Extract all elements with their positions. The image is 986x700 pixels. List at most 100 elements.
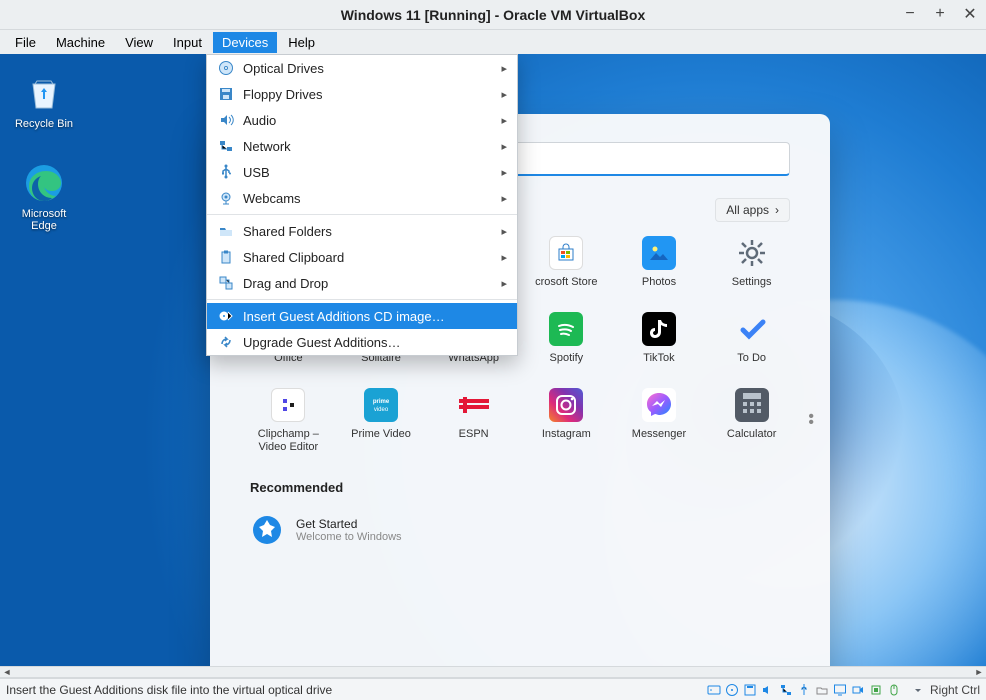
app-label: Calculator bbox=[707, 428, 796, 454]
recycle-bin-icon bbox=[23, 72, 65, 114]
window-controls: − + ✕ bbox=[900, 4, 980, 24]
scroll-right-icon[interactable]: ► bbox=[972, 667, 986, 677]
scroll-left-icon[interactable]: ◄ bbox=[0, 667, 14, 677]
store-icon bbox=[549, 236, 583, 270]
menu-help[interactable]: Help bbox=[279, 32, 324, 53]
guest-display: Recycle Bin Microsoft Edge All apps› cro… bbox=[0, 54, 986, 700]
status-optical-icon[interactable] bbox=[725, 682, 740, 697]
submenu-arrow-icon: ▸ bbox=[501, 166, 507, 179]
insert-cd-icon bbox=[217, 307, 235, 325]
app-tile-messenger[interactable]: Messenger bbox=[615, 388, 704, 454]
status-harddisk-icon[interactable] bbox=[707, 682, 722, 697]
audio-icon bbox=[217, 111, 235, 129]
usb-icon bbox=[217, 163, 235, 181]
espn-icon bbox=[457, 388, 491, 422]
host-titlebar: Windows 11 [Running] - Oracle VM Virtual… bbox=[0, 0, 986, 30]
recommended-subtitle: Welcome to Windows bbox=[296, 531, 402, 543]
app-label: Clipchamp – Video Editor bbox=[244, 428, 333, 454]
app-label: Spotify bbox=[522, 352, 611, 378]
menuitem-label: Upgrade Guest Additions… bbox=[243, 335, 401, 350]
recommended-get-started[interactable]: Get Started Welcome to Windows bbox=[244, 509, 796, 551]
app-tile-spotify[interactable]: Spotify bbox=[522, 312, 611, 378]
app-tile-todo[interactable]: To Do bbox=[707, 312, 796, 378]
app-tile-microsoft-store[interactable]: crosoft Store bbox=[522, 236, 611, 302]
minimize-button[interactable]: − bbox=[900, 4, 920, 24]
menu-view[interactable]: View bbox=[116, 32, 162, 53]
app-label: To Do bbox=[707, 352, 796, 378]
clipchamp-icon bbox=[271, 388, 305, 422]
spotify-icon bbox=[549, 312, 583, 346]
status-network-icon[interactable] bbox=[779, 682, 794, 697]
maximize-button[interactable]: + bbox=[930, 4, 950, 24]
menuitem-label: Insert Guest Additions CD image… bbox=[243, 309, 445, 324]
submenu-arrow-icon: ▸ bbox=[501, 114, 507, 127]
edge-icon bbox=[23, 162, 65, 204]
settings-icon bbox=[735, 236, 769, 270]
submenu-arrow-icon: ▸ bbox=[501, 140, 507, 153]
menu-input[interactable]: Input bbox=[164, 32, 211, 53]
app-tile-prime-video[interactable]: primevideo Prime Video bbox=[337, 388, 426, 454]
app-tile-instagram[interactable]: Instagram bbox=[522, 388, 611, 454]
menu-file[interactable]: File bbox=[6, 32, 45, 53]
more-pages-indicator[interactable]: •• bbox=[808, 414, 814, 426]
virtualbox-statusbar: Insert the Guest Additions disk file int… bbox=[0, 678, 986, 700]
submenu-arrow-icon: ▸ bbox=[501, 62, 507, 75]
menu-devices[interactable]: Devices bbox=[213, 32, 277, 53]
horizontal-scrollbar[interactable]: ◄ ► bbox=[0, 666, 986, 678]
floppy-icon bbox=[217, 85, 235, 103]
messenger-icon bbox=[642, 388, 676, 422]
shared-folders-icon bbox=[217, 222, 235, 240]
all-apps-button[interactable]: All apps› bbox=[715, 198, 790, 222]
status-recording-icon[interactable] bbox=[851, 682, 866, 697]
menuitem-insert-guest-additions[interactable]: Insert Guest Additions CD image… bbox=[207, 303, 517, 329]
app-label: Prime Video bbox=[337, 428, 426, 454]
menuitem-shared-clipboard[interactable]: Shared Clipboard▸ bbox=[207, 244, 517, 270]
clipboard-icon bbox=[217, 248, 235, 266]
app-label: Messenger bbox=[615, 428, 704, 454]
status-audio-icon[interactable] bbox=[761, 682, 776, 697]
menu-machine[interactable]: Machine bbox=[47, 32, 114, 53]
menuitem-webcams[interactable]: Webcams▸ bbox=[207, 185, 517, 211]
recommended-heading: Recommended bbox=[250, 480, 796, 495]
menuitem-usb[interactable]: USB ▸ bbox=[207, 159, 517, 185]
menuitem-label: Drag and Drop bbox=[243, 276, 328, 291]
menuitem-optical-drives[interactable]: Optical Drives▸ bbox=[207, 55, 517, 81]
submenu-arrow-icon: ▸ bbox=[501, 251, 507, 264]
prime-icon: primevideo bbox=[364, 388, 398, 422]
menuitem-label: USB bbox=[243, 165, 270, 180]
status-mouse-icon[interactable] bbox=[887, 682, 902, 697]
menuitem-drag-and-drop[interactable]: Drag and Drop▸ bbox=[207, 270, 517, 296]
menuitem-network[interactable]: Network▸ bbox=[207, 133, 517, 159]
menuitem-upgrade-guest-additions[interactable]: Upgrade Guest Additions… bbox=[207, 329, 517, 355]
drag-drop-icon bbox=[217, 274, 235, 292]
disc-icon bbox=[217, 59, 235, 77]
host-key-indicator[interactable]: Right Ctrl bbox=[911, 683, 980, 697]
status-usb-icon[interactable] bbox=[797, 682, 812, 697]
status-floppy-icon[interactable] bbox=[743, 682, 758, 697]
desktop-icon-label: Recycle Bin bbox=[8, 118, 80, 130]
menuitem-shared-folders[interactable]: Shared Folders▸ bbox=[207, 218, 517, 244]
app-tile-photos[interactable]: Photos bbox=[615, 236, 704, 302]
status-shared-folders-icon[interactable] bbox=[815, 682, 830, 697]
statusbar-indicators: Right Ctrl bbox=[707, 682, 980, 697]
virtualbox-menubar: File Machine View Input Devices Help bbox=[0, 30, 986, 54]
svg-text:video: video bbox=[374, 407, 389, 413]
status-cpu-icon[interactable] bbox=[869, 682, 884, 697]
app-label: ESPN bbox=[429, 428, 518, 454]
desktop-icon-microsoft-edge[interactable]: Microsoft Edge bbox=[8, 162, 80, 232]
network-icon bbox=[217, 137, 235, 155]
app-tile-tiktok[interactable]: TikTok bbox=[615, 312, 704, 378]
app-tile-clipchamp[interactable]: Clipchamp – Video Editor bbox=[244, 388, 333, 454]
status-display-icon[interactable] bbox=[833, 682, 848, 697]
menuitem-floppy-drives[interactable]: Floppy Drives▸ bbox=[207, 81, 517, 107]
devices-dropdown: Optical Drives▸ Floppy Drives▸ Audio ▸ Ne… bbox=[206, 54, 518, 356]
menuitem-label: Audio bbox=[243, 113, 276, 128]
menuitem-audio[interactable]: Audio ▸ bbox=[207, 107, 517, 133]
app-tile-settings[interactable]: Settings bbox=[707, 236, 796, 302]
desktop-icon-recycle-bin[interactable]: Recycle Bin bbox=[8, 72, 80, 130]
submenu-arrow-icon: ▸ bbox=[501, 225, 507, 238]
app-tile-espn[interactable]: ESPN bbox=[429, 388, 518, 454]
close-button[interactable]: ✕ bbox=[960, 4, 980, 24]
app-tile-calculator[interactable]: Calculator bbox=[707, 388, 796, 454]
menu-separator bbox=[207, 299, 517, 300]
